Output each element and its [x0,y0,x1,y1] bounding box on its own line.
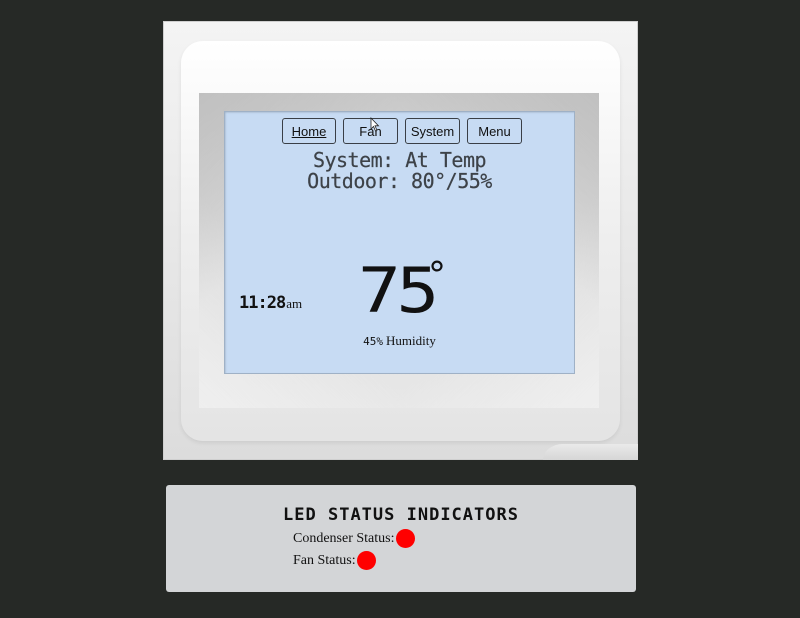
thermostat-screen: Home Fan System Menu System: At Temp Out… [224,111,575,374]
home-button[interactable]: Home [282,118,336,144]
condenser-status-label: Condenser Status: [293,530,395,546]
clock-ampm: am [286,296,303,311]
fan-led-indicator [356,551,376,570]
outdoor-conditions-text: Outdoor: 80°/55% [307,169,492,193]
humidity-percent: 45% [363,335,384,348]
system-button[interactable]: System [405,118,460,144]
degree-symbol: ° [428,255,446,296]
clock: 11:28am [239,293,302,313]
fan-status-label: Fan Status: [293,552,356,568]
system-status-text: System: At Temp [312,148,487,172]
current-temperature: 75 [358,254,439,327]
clock-time: 11:28 [239,293,286,313]
menu-button[interactable]: Menu [467,118,522,144]
humidity-label: Humidity [386,333,436,348]
thermostat-nav: Home Fan System Menu [224,118,575,146]
thermostat-corner-tab [543,444,638,460]
led-panel-title: LED STATUS INDICATORS [283,505,519,525]
led-status-panel: LED STATUS INDICATORS Condenser Status: … [166,485,636,592]
mouse-cursor-icon [370,117,380,132]
condenser-status-row: Condenser Status: [293,529,415,548]
humidity-readout: 45% Humidity [224,333,575,349]
condenser-led-indicator [395,529,415,548]
fan-status-row: Fan Status: [293,551,376,570]
